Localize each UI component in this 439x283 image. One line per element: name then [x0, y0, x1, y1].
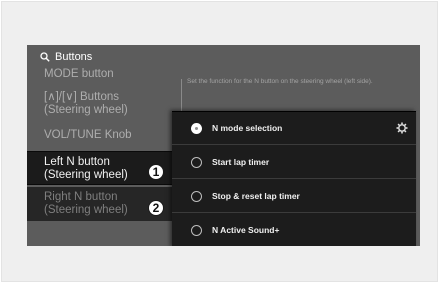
- option-label: Stop & reset lap timer: [212, 191, 300, 201]
- menu-item-sublabel: (Steering wheel): [44, 104, 128, 116]
- menu-item-vol-tune-knob[interactable]: VOL/TUNE Knob: [27, 129, 173, 142]
- option-stop-reset-lap-timer[interactable]: Stop & reset lap timer: [172, 180, 416, 213]
- menu-item-label: [∧]/[∨] Buttons: [44, 91, 120, 103]
- radio-icon[interactable]: [191, 191, 202, 202]
- settings-screen: Buttons MODE button [∧]/[∨] Buttons (Ste…: [27, 45, 420, 246]
- option-start-lap-timer[interactable]: Start lap timer: [172, 146, 416, 179]
- menu-item-arrow-buttons[interactable]: [∧]/[∨] Buttons (Steering wheel): [27, 91, 173, 117]
- options-popup: N mode selection Start lap timer Stop & …: [172, 111, 416, 246]
- option-label: Start lap timer: [212, 157, 270, 167]
- description-text: Set the function for the N button on the…: [187, 78, 373, 85]
- page-title: Buttons: [55, 51, 93, 63]
- figure-frame: Buttons MODE button [∧]/[∨] Buttons (Ste…: [1, 1, 438, 282]
- option-label: N mode selection: [212, 123, 283, 133]
- radio-icon[interactable]: [191, 225, 202, 236]
- option-n-active-sound[interactable]: N Active Sound+: [172, 214, 416, 246]
- gear-icon[interactable]: [396, 122, 408, 134]
- menu-item-mode-button[interactable]: MODE button: [27, 68, 173, 82]
- option-label: N Active Sound+: [212, 225, 280, 235]
- radio-selected-icon[interactable]: [191, 123, 202, 134]
- callout-badge-2: 2: [148, 200, 164, 216]
- search-icon[interactable]: [40, 52, 50, 62]
- radio-icon[interactable]: [191, 157, 202, 168]
- option-n-mode-selection[interactable]: N mode selection: [172, 112, 416, 145]
- callout-badge-1: 1: [148, 164, 164, 180]
- menu-item-label: VOL/TUNE Knob: [44, 129, 132, 141]
- menu-item-label: MODE button: [44, 68, 114, 80]
- settings-menu: MODE button [∧]/[∨] Buttons (Steering wh…: [27, 68, 177, 246]
- title-bar: Buttons: [27, 45, 420, 69]
